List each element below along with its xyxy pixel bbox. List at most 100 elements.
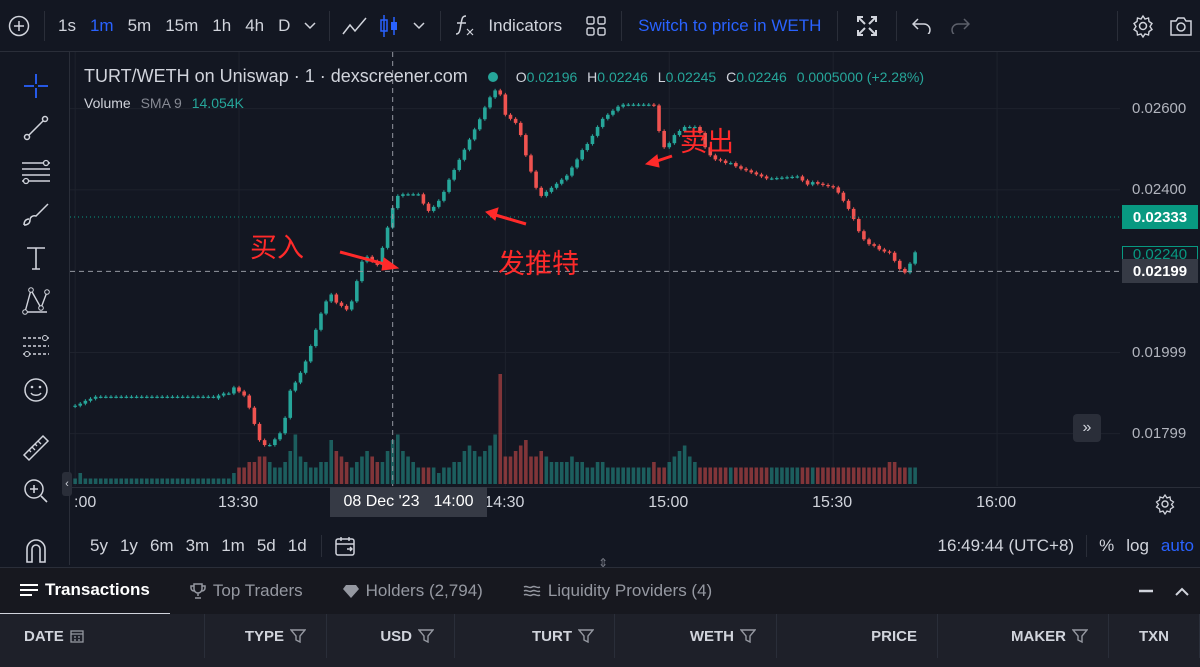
column-header-label: TXN [1139, 627, 1169, 645]
crosshair-date: 08 Dec '23 [343, 493, 420, 510]
volume-bar [252, 462, 257, 484]
column-header-maker[interactable]: MAKER [938, 614, 1109, 658]
volume-bar [421, 467, 426, 484]
range-5y[interactable]: 5y [84, 536, 114, 556]
candle-body [749, 170, 754, 173]
volume-bar [580, 462, 584, 484]
tab-liquidity-providers[interactable]: Liquidity Providers (4) [503, 568, 732, 615]
candle-body [139, 396, 144, 398]
tab-holders[interactable]: Holders (2,794) [323, 568, 503, 615]
filter-icon[interactable] [418, 629, 434, 643]
volume-bar [78, 473, 83, 484]
volume-bar [759, 467, 764, 484]
volume-bar [529, 456, 533, 484]
clock-time[interactable]: 16:49:44 (UTC+8) [932, 536, 1081, 556]
date-range-icon[interactable] [330, 535, 360, 557]
range-1d[interactable]: 1d [282, 536, 313, 556]
volume-bar [216, 478, 221, 484]
range-5d[interactable]: 5d [251, 536, 282, 556]
range-bar: 5y 1y 6m 3m 1m 5d 1d 16:49:44 (UTC+8) % log au… [70, 530, 1200, 562]
volume-bar [406, 456, 410, 484]
candle-body [319, 313, 323, 330]
volume-bar [713, 467, 718, 484]
candle-body [278, 433, 282, 440]
candle-body [872, 244, 876, 246]
log-toggle[interactable]: log [1120, 536, 1155, 556]
volume-bar [508, 456, 513, 484]
candle-body [109, 396, 113, 398]
candle-body [349, 301, 354, 310]
volume-bar [303, 462, 308, 484]
volume-legend: Volume SMA 9 14.054K [84, 95, 244, 111]
scroll-to-realtime-button[interactable]: » [1073, 414, 1101, 442]
column-header-type[interactable]: TYPE [205, 614, 327, 658]
candle-body [672, 135, 677, 144]
current-price-tag: 0.02333 [1122, 205, 1198, 229]
transactions-table-header: DATE TYPE USD TURT WETH PRICE MAKER TXN [0, 614, 1200, 667]
candle-body [846, 200, 851, 209]
bottom-tabs: Transactions Top Traders Holders (2,794)… [0, 567, 1200, 615]
filter-icon[interactable] [1072, 629, 1088, 643]
candle-body [800, 176, 805, 181]
column-header-usd[interactable]: USD [327, 614, 455, 658]
filter-icon[interactable] [578, 629, 594, 643]
column-header-weth[interactable]: WETH [615, 614, 777, 658]
volume-bar [657, 467, 661, 484]
axis-settings-icon[interactable] [1154, 493, 1176, 520]
volume-bar [160, 478, 164, 484]
volume-bar [380, 462, 385, 484]
volume-bar [851, 467, 856, 484]
volume-bar [856, 467, 861, 484]
candle-body [308, 346, 313, 362]
candle-body [78, 403, 83, 406]
y-tick-label: 0.01799 [1132, 424, 1187, 442]
chevron-up-icon[interactable] [1164, 587, 1200, 596]
column-header-price[interactable]: PRICE [777, 614, 938, 658]
column-header-date[interactable]: DATE [0, 614, 205, 658]
range-3m[interactable]: 3m [180, 536, 216, 556]
candle-body [431, 206, 436, 211]
column-header-turt[interactable]: TURT [455, 614, 615, 658]
candle-body [544, 191, 549, 196]
range-1m[interactable]: 1m [215, 536, 251, 556]
volume-bar [744, 467, 748, 484]
candle-body [657, 105, 661, 131]
candle-body [396, 195, 400, 209]
sma-label: SMA 9 [140, 95, 182, 111]
minimize-icon[interactable] [1128, 589, 1164, 593]
range-1y[interactable]: 1y [114, 536, 144, 556]
candle-body [585, 143, 590, 151]
tab-top-traders[interactable]: Top Traders [170, 568, 323, 615]
auto-toggle[interactable]: auto [1155, 536, 1200, 556]
volume-bar [247, 462, 252, 484]
column-header-label: TYPE [244, 627, 284, 645]
candle-body [867, 239, 871, 245]
volume-bar [897, 467, 902, 484]
percent-toggle[interactable]: % [1093, 536, 1120, 556]
column-header-txn[interactable]: TXN [1109, 614, 1200, 658]
volume-bar [682, 445, 687, 484]
candle-body [242, 391, 246, 396]
candle-body [836, 187, 841, 193]
candle-body [600, 118, 605, 127]
volume-bar [708, 467, 713, 484]
volume-bar [606, 467, 610, 484]
volume-bar [513, 451, 518, 484]
x-tick-label: 16:00 [976, 494, 1017, 511]
volume-bar [816, 467, 820, 484]
filter-icon[interactable] [290, 629, 306, 643]
volume-bar [595, 462, 600, 484]
candle-body [288, 390, 293, 418]
filter-icon[interactable] [740, 629, 756, 643]
candle-body [493, 90, 497, 98]
x-tick-label: 13:30 [218, 494, 259, 511]
volume-bar [124, 478, 129, 484]
column-header-label: WETH [689, 627, 734, 645]
volume-bar [575, 462, 579, 484]
candle-body [785, 177, 789, 179]
candle-body [355, 281, 359, 302]
volume-bar [237, 467, 241, 484]
x-tick-label: 14:30 [484, 494, 525, 511]
tab-transactions[interactable]: Transactions [0, 568, 170, 615]
range-6m[interactable]: 6m [144, 536, 180, 556]
